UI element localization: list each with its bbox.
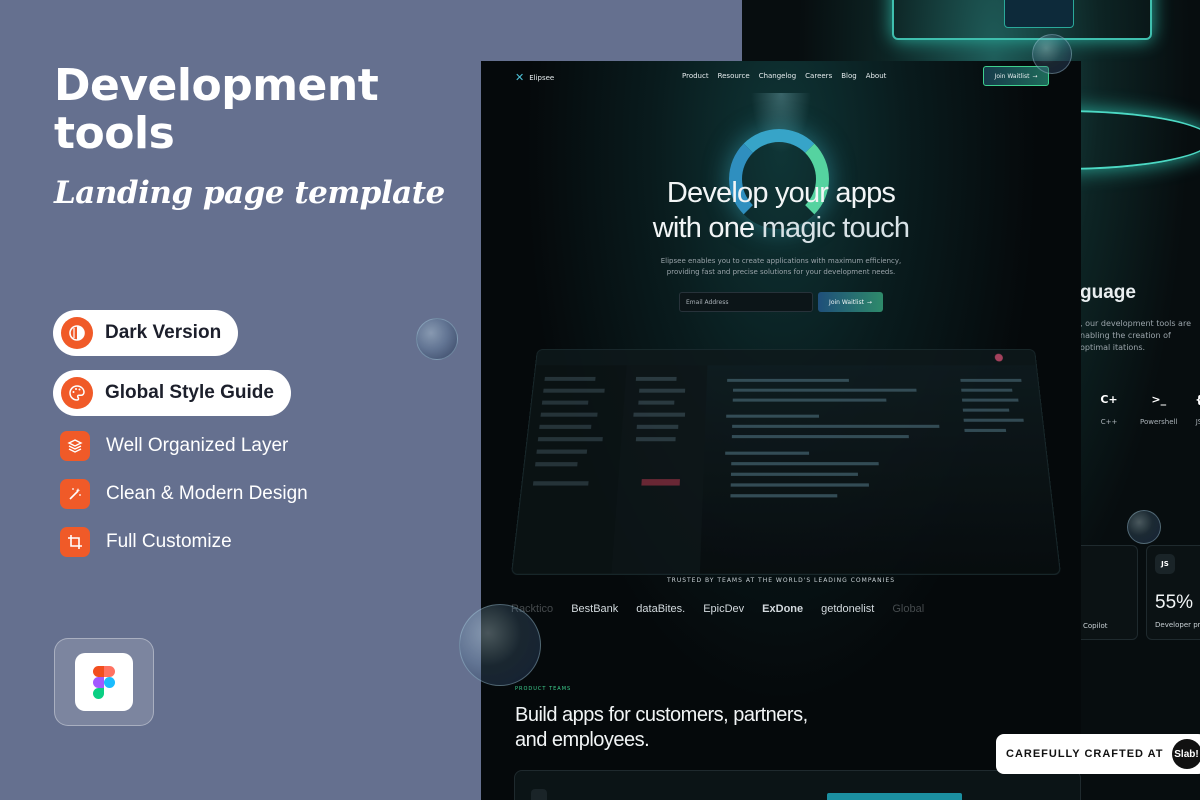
glass-sphere <box>416 318 458 360</box>
brand-logo: Global <box>892 603 925 615</box>
feature-label: Full Customize <box>106 531 232 552</box>
js-badge: JS <box>1155 554 1175 574</box>
nav-links: Product Resource Changelog Careers Blog … <box>682 72 886 80</box>
nav-resource[interactable]: Resource <box>718 72 750 80</box>
card-label: Copilot <box>1083 622 1108 630</box>
language-cpp: C+ C++ <box>1098 388 1120 427</box>
card-highlight <box>827 793 962 800</box>
powershell-icon: >_ <box>1151 392 1167 406</box>
cpp-icon: C+ <box>1100 392 1118 406</box>
feature-full-customize: Full Customize <box>60 527 232 557</box>
pill-label: Dark Version <box>105 322 222 343</box>
card-icon <box>531 789 547 800</box>
arrow-right-icon: → <box>1032 72 1038 80</box>
figma-tile <box>54 638 154 726</box>
hero-join-waitlist-button[interactable]: Join Waitlist → <box>818 292 883 312</box>
left-panel: Development tools Landing page template <box>54 60 454 211</box>
brand-logo: EpicDev <box>703 603 745 615</box>
slab-logo: Slab! <box>1171 739 1200 769</box>
brand-name: Elipsee <box>529 73 555 82</box>
crafted-by-badge: CAREFULLY CRAFTED AT Slab! <box>996 734 1200 774</box>
pill-label: Global Style Guide <box>105 382 274 403</box>
headline-line-2: with one magic touch <box>481 211 1081 246</box>
brand-logo: BestBank <box>571 603 619 615</box>
credit-text: CAREFULLY CRAFTED AT <box>1006 748 1164 760</box>
stat-card: JS 55% Developer prefe <box>1146 545 1200 640</box>
layers-icon <box>60 431 90 461</box>
stat-label: Developer prefe <box>1155 621 1200 629</box>
email-input[interactable]: Email Address <box>679 292 813 312</box>
section-heading: guage <box>1080 282 1136 303</box>
contrast-icon <box>61 317 93 349</box>
top-nav: ✕ Elipsee Product Resource Changelog Car… <box>481 61 1081 93</box>
nav-changelog[interactable]: Changelog <box>759 72 796 80</box>
code-editor-preview <box>510 349 1062 575</box>
crop-icon <box>60 527 90 557</box>
elipsee-logo-icon: ✕ <box>515 71 525 84</box>
arrow-right-icon: → <box>866 298 872 306</box>
brand-logo: getdonelist <box>821 603 875 615</box>
section-eyebrow: PRODUCT TEAMS <box>515 686 572 692</box>
nav-product[interactable]: Product <box>682 72 709 80</box>
nav-about[interactable]: About <box>866 72 887 80</box>
brand-logo: ExDone <box>762 603 804 615</box>
figma-icon <box>75 653 133 711</box>
brand-logo[interactable]: ✕ Elipsee <box>515 71 554 84</box>
palette-icon <box>61 377 93 409</box>
glass-sphere <box>1127 510 1161 544</box>
language-label: JS <box>1195 418 1200 426</box>
headline-line-1: Develop your apps <box>666 177 896 209</box>
logo-tile <box>1004 0 1074 28</box>
feature-clean-design: Clean & Modern Design <box>60 479 308 509</box>
feature-card <box>514 770 1081 800</box>
feature-label: Well Organized Layer <box>106 435 289 456</box>
hero-headline: Develop your apps with one magic touch <box>481 176 1081 247</box>
main-mockup: ✕ Elipsee Product Resource Changelog Car… <box>481 61 1081 800</box>
trusted-by-text: TRUSTED BY TEAMS AT THE WORLD'S LEADING … <box>666 577 896 584</box>
pill-global-style-guide: Global Style Guide <box>53 370 291 416</box>
page-subtitle: Landing page template <box>54 174 445 211</box>
pill-dark-version: Dark Version <box>53 310 239 356</box>
headline-part: with one <box>652 212 755 245</box>
section-description: , our development tools are nabling the … <box>1080 319 1191 352</box>
js-icon: { <box>1188 388 1200 410</box>
headline-accent: magic touch <box>761 212 910 245</box>
button-label: Join Waitlist <box>994 72 1030 80</box>
magic-wand-icon <box>60 479 90 509</box>
brand-logo: dataBites. <box>636 603 686 615</box>
nav-blog[interactable]: Blog <box>841 72 856 80</box>
glass-sphere <box>1032 34 1072 74</box>
nav-careers[interactable]: Careers <box>805 72 832 80</box>
stat-value: 55% <box>1155 592 1194 613</box>
glass-sphere <box>459 604 541 686</box>
brand-logos: Racktico BestBank dataBites. EpicDev ExD… <box>511 603 924 615</box>
section-title: Build apps for customers, partners, and … <box>515 704 808 751</box>
language-powershell: >_ Powershell <box>1140 388 1178 427</box>
language-label: C++ <box>1100 418 1118 426</box>
button-label: Join Waitlist <box>829 298 864 306</box>
hero-description: Elipsee enables you to create applicatio… <box>660 257 902 276</box>
feature-label: Clean & Modern Design <box>106 483 308 504</box>
feature-well-organized: Well Organized Layer <box>60 431 288 461</box>
language-label: Powershell <box>1140 418 1178 426</box>
page-title: Development tools <box>54 60 379 160</box>
language-js: { JS <box>1188 388 1200 427</box>
